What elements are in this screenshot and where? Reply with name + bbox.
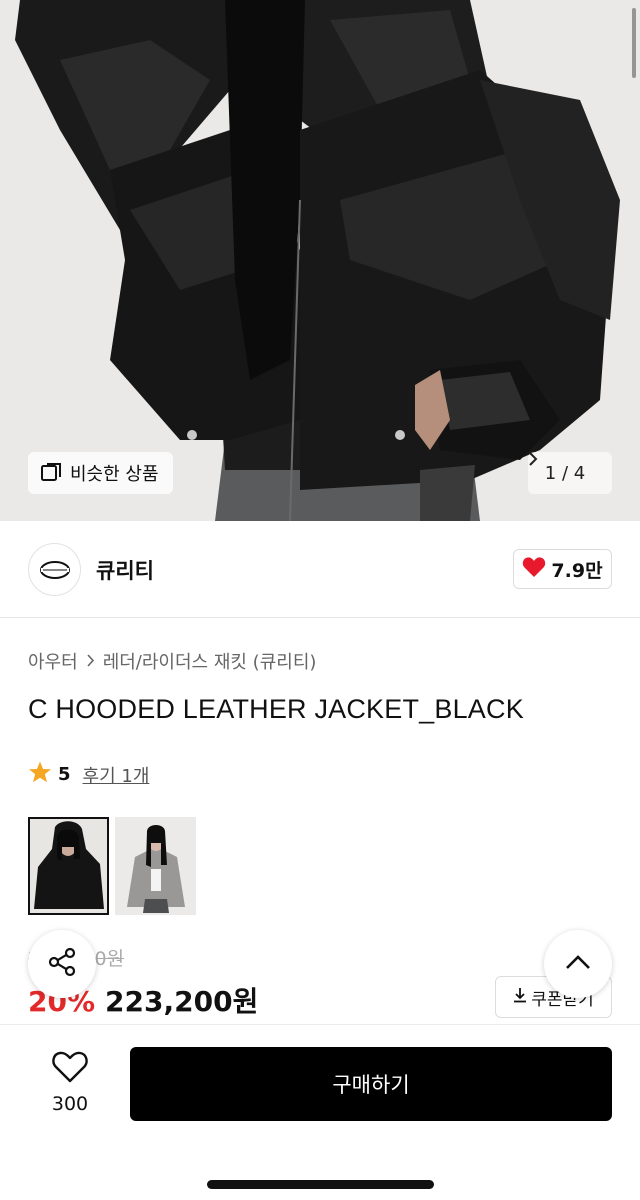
product-main-image[interactable]: 비슷한 상품 1 / 4 bbox=[0, 0, 640, 521]
chevron-right-icon bbox=[86, 651, 95, 672]
review-link[interactable]: 후기 1개 bbox=[83, 762, 150, 788]
brand-logo[interactable] bbox=[28, 543, 81, 596]
rating-value: 5 bbox=[58, 764, 71, 785]
color-thumbnails bbox=[28, 817, 196, 915]
breadcrumb-subcategory[interactable]: 레더/라이더스 재킷 (큐리티) bbox=[103, 648, 317, 674]
scroll-top-button[interactable] bbox=[544, 930, 612, 998]
sale-price: 223,200원 bbox=[105, 985, 259, 1018]
chevron-up-icon bbox=[565, 954, 591, 974]
heart-outline-icon bbox=[52, 1051, 88, 1087]
download-icon bbox=[513, 987, 527, 1008]
brand-like-count: 7.9만 bbox=[551, 559, 603, 582]
heart-icon bbox=[522, 556, 546, 583]
scroll-indicator[interactable] bbox=[632, 8, 636, 78]
image-counter-button[interactable]: 1 / 4 bbox=[528, 452, 612, 494]
brand-like-button[interactable]: 7.9만 bbox=[513, 549, 612, 589]
buy-button[interactable]: 구매하기 bbox=[130, 1047, 612, 1121]
breadcrumb-category[interactable]: 아우터 bbox=[28, 648, 78, 674]
breadcrumb: 아우터 레더/라이더스 재킷 (큐리티) bbox=[28, 648, 316, 674]
wishlist-count: 300 bbox=[51, 1093, 89, 1115]
similar-products-button[interactable]: 비슷한 상품 bbox=[28, 452, 173, 494]
thumbnail-gray[interactable] bbox=[115, 817, 196, 915]
product-title: C HOODED LEATHER JACKET_BLACK bbox=[28, 694, 524, 724]
star-icon bbox=[28, 760, 52, 789]
image-counter: 1 / 4 bbox=[544, 462, 586, 484]
brand-name[interactable]: 큐리티 bbox=[96, 555, 154, 585]
share-button[interactable] bbox=[28, 930, 96, 998]
similar-products-icon bbox=[40, 462, 62, 484]
wishlist-button[interactable]: 300 bbox=[40, 1051, 100, 1115]
thumbnail-black[interactable] bbox=[28, 817, 109, 915]
rating-summary: 5 후기 1개 bbox=[28, 760, 149, 789]
bottom-action-bar: 300 구매하기 bbox=[0, 1024, 640, 1200]
brand-row: 큐리티 7.9만 bbox=[0, 521, 640, 618]
jacket-photo bbox=[0, 0, 640, 521]
similar-products-label: 비슷한 상품 bbox=[70, 464, 159, 485]
home-indicator bbox=[207, 1180, 434, 1189]
share-icon bbox=[46, 946, 78, 982]
